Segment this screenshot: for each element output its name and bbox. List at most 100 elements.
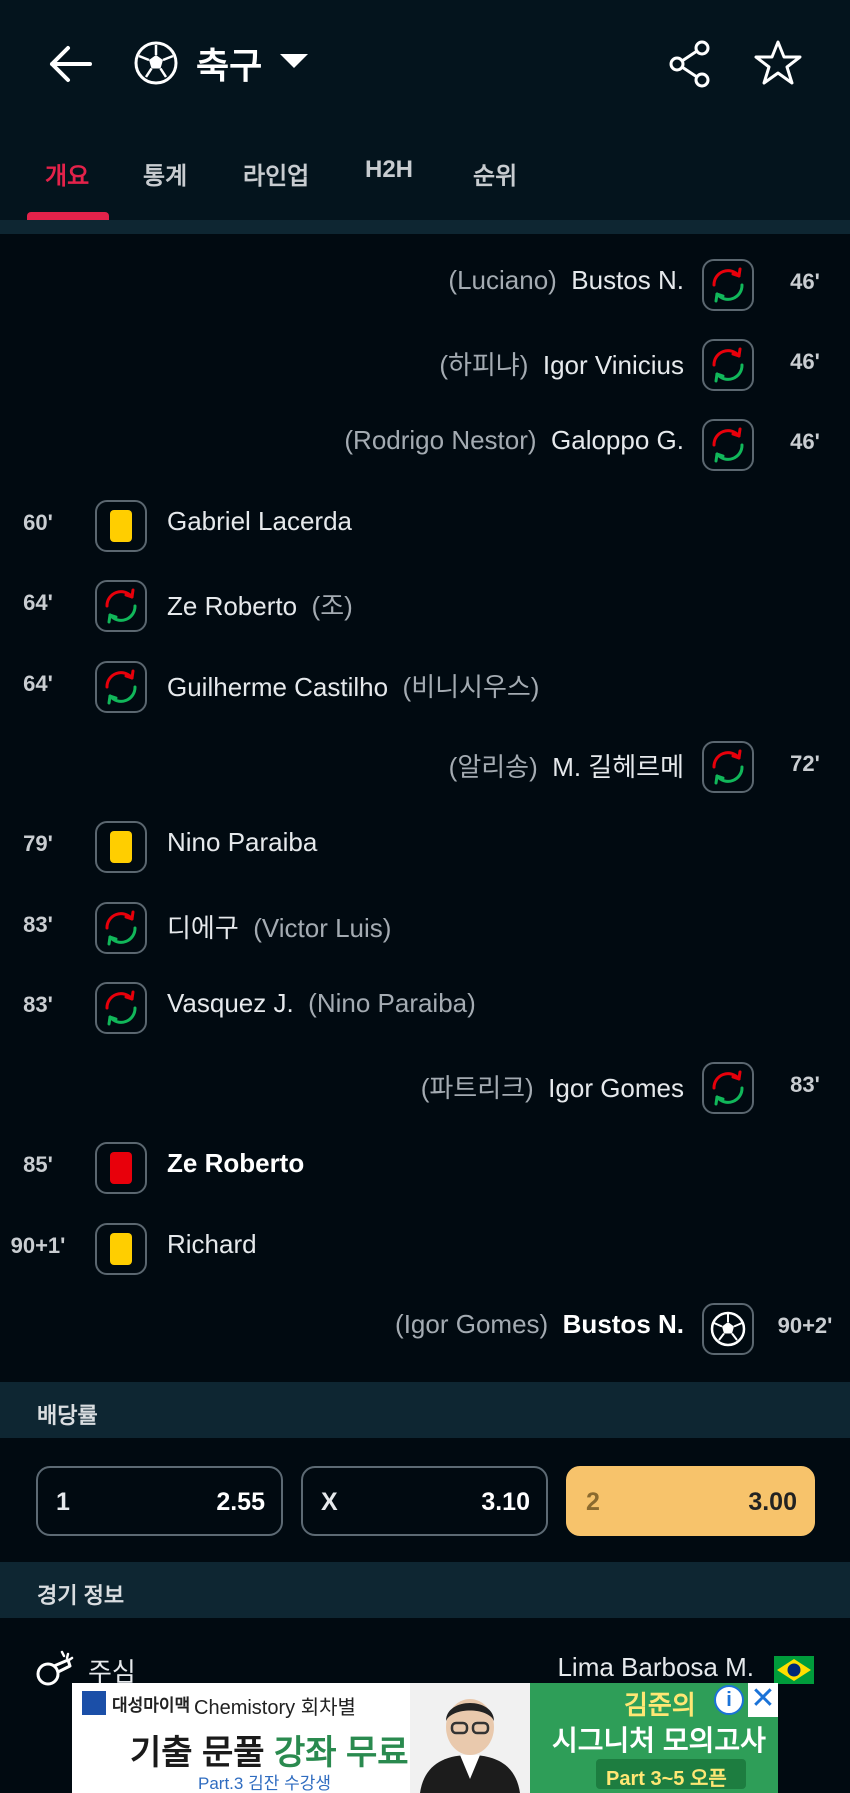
- ad-right-badge: Part 3~5 오픈: [596, 1759, 746, 1790]
- yellow-card-icon: [95, 821, 147, 873]
- share-icon[interactable]: [668, 40, 712, 88]
- event-row: 83' Vasquez J. (Nino Paraiba): [0, 968, 850, 1048]
- event-text: (Luciano) Bustos N.: [448, 265, 684, 296]
- tab-overview[interactable]: 개요: [45, 156, 89, 191]
- event-time: 83': [23, 912, 53, 937]
- event-row: 64' Ze Roberto (조): [0, 566, 850, 646]
- tab-stats[interactable]: 통계: [143, 156, 187, 191]
- event-detail: (Luciano): [448, 265, 557, 295]
- event-time: 90+1': [10, 1233, 66, 1258]
- odds-label: X: [321, 1488, 338, 1516]
- event-player: Igor Gomes: [548, 1073, 684, 1103]
- divider: [0, 220, 850, 234]
- ad-info-icon[interactable]: i: [714, 1685, 744, 1715]
- event-detail: (Nino Paraiba): [308, 988, 476, 1018]
- referee-name: Lima Barbosa M.: [557, 1652, 754, 1682]
- odds-draw-button[interactable]: X 3.10: [301, 1466, 548, 1536]
- event-text: 디에구 (Victor Luis): [167, 908, 391, 945]
- substitution-icon: [95, 982, 147, 1034]
- event-row: (하피냐) Igor Vinicius 46': [0, 325, 850, 405]
- event-row: 60' Gabriel Lacerda: [0, 486, 850, 566]
- odds-label: 1: [56, 1488, 70, 1516]
- event-time: 46': [790, 349, 820, 374]
- event-row: (파트리크) Igor Gomes 83': [0, 1048, 850, 1128]
- sport-selector-label[interactable]: 축구: [196, 37, 262, 89]
- whistle-icon: [36, 1650, 74, 1686]
- event-row: 85' Ze Roberto: [0, 1128, 850, 1208]
- event-time: 79': [23, 831, 53, 856]
- event-text: Vasquez J. (Nino Paraiba): [167, 988, 476, 1019]
- event-text: (Igor Gomes) Bustos N.: [395, 1309, 684, 1340]
- event-detail: (Rodrigo Nestor): [344, 425, 537, 455]
- odds-value: 2.55: [216, 1488, 265, 1516]
- odds-away-button[interactable]: 2 3.00: [566, 1466, 815, 1536]
- substitution-icon: [95, 661, 147, 713]
- ad-line2: 기출 문풀 강좌 무료: [130, 1725, 409, 1774]
- event-text: Richard: [167, 1229, 257, 1260]
- event-time: 64': [23, 590, 53, 615]
- section-title: 배당률: [37, 1403, 98, 1428]
- event-text: Ze Roberto: [167, 1148, 304, 1179]
- event-row: 79' Nino Paraiba: [0, 807, 850, 887]
- event-row: (알리송) M. 길헤르메 72': [0, 727, 850, 807]
- event-text: Nino Paraiba: [167, 827, 317, 858]
- ad-line2b: 강좌 무료: [274, 1734, 409, 1772]
- event-player: M. 길헤르메: [552, 752, 684, 782]
- back-arrow-icon[interactable]: [44, 38, 96, 90]
- event-detail: (Igor Gomes): [395, 1309, 549, 1339]
- ad-line2a: 기출 문풀: [130, 1734, 275, 1772]
- tab-standings[interactable]: 순위: [473, 156, 517, 191]
- substitution-icon: [702, 339, 754, 391]
- event-time: 64': [23, 671, 53, 696]
- event-detail: (알리송): [448, 752, 538, 782]
- odds-home-button[interactable]: 1 2.55: [36, 1466, 283, 1536]
- event-player: Galoppo G.: [551, 425, 684, 455]
- chevron-down-icon[interactable]: [280, 54, 308, 68]
- tab-lineup[interactable]: 라인업: [243, 156, 309, 191]
- event-row: 64' Guilherme Castilho (비니시우스): [0, 647, 850, 727]
- event-time: 85': [23, 1152, 53, 1177]
- event-row: (Rodrigo Nestor) Galoppo G. 46': [0, 405, 850, 485]
- odds-value: 3.00: [748, 1488, 797, 1516]
- event-player: Bustos N.: [571, 265, 684, 295]
- brazil-flag-icon: [774, 1656, 814, 1684]
- tab-h2h[interactable]: H2H: [365, 156, 413, 184]
- ad-brand: 대성마이맥: [112, 1696, 191, 1715]
- event-detail: (파트리크): [420, 1073, 534, 1103]
- star-icon[interactable]: [754, 39, 802, 87]
- substitution-icon: [95, 902, 147, 954]
- event-player: Ze Roberto: [167, 1148, 305, 1178]
- goal-icon: [702, 1303, 754, 1355]
- soccer-ball-icon[interactable]: [133, 40, 179, 86]
- odds-label: 2: [586, 1488, 600, 1516]
- event-time: 46': [790, 269, 820, 294]
- ad-line1: Chemistory 회차별: [194, 1697, 356, 1719]
- substitution-icon: [702, 1062, 754, 1114]
- event-text: (하피냐) Igor Vinicius: [439, 345, 684, 382]
- event-row: (Luciano) Bustos N. 46': [0, 245, 850, 325]
- match-info-section-header: 경기 정보: [0, 1562, 850, 1618]
- event-time: 90+2': [777, 1313, 833, 1338]
- yellow-card-icon: [95, 1223, 147, 1275]
- ad-close-icon[interactable]: ✕: [748, 1683, 778, 1717]
- event-time: 83': [23, 992, 53, 1017]
- event-player: Ze Roberto: [167, 591, 298, 621]
- event-player: 디에구: [167, 913, 239, 943]
- event-detail: (조): [311, 591, 353, 621]
- ad-line3: Part.3 김잔 수강생: [198, 1774, 332, 1793]
- event-text: Guilherme Castilho (비니시우스): [167, 667, 539, 704]
- event-detail: (Victor Luis): [253, 913, 392, 943]
- substitution-icon: [95, 580, 147, 632]
- event-text: (파트리크) Igor Gomes: [421, 1068, 684, 1105]
- yellow-card-icon: [95, 500, 147, 552]
- substitution-icon: [702, 419, 754, 471]
- event-detail: (비니시우스): [402, 672, 540, 702]
- event-player: Igor Vinicius: [542, 350, 684, 380]
- event-text: (Rodrigo Nestor) Galoppo G.: [344, 425, 684, 456]
- ad-banner[interactable]: 대성마이맥 Chemistory 회차별 기출 문풀 강좌 무료 Part.3 …: [72, 1683, 778, 1793]
- odds-value: 3.10: [481, 1488, 530, 1516]
- ad-right-headline: 시그니처 모의고사: [552, 1725, 766, 1756]
- event-player: Richard: [167, 1229, 257, 1259]
- event-detail: (하피냐): [439, 350, 529, 380]
- event-row: 83' 디에구 (Victor Luis): [0, 888, 850, 968]
